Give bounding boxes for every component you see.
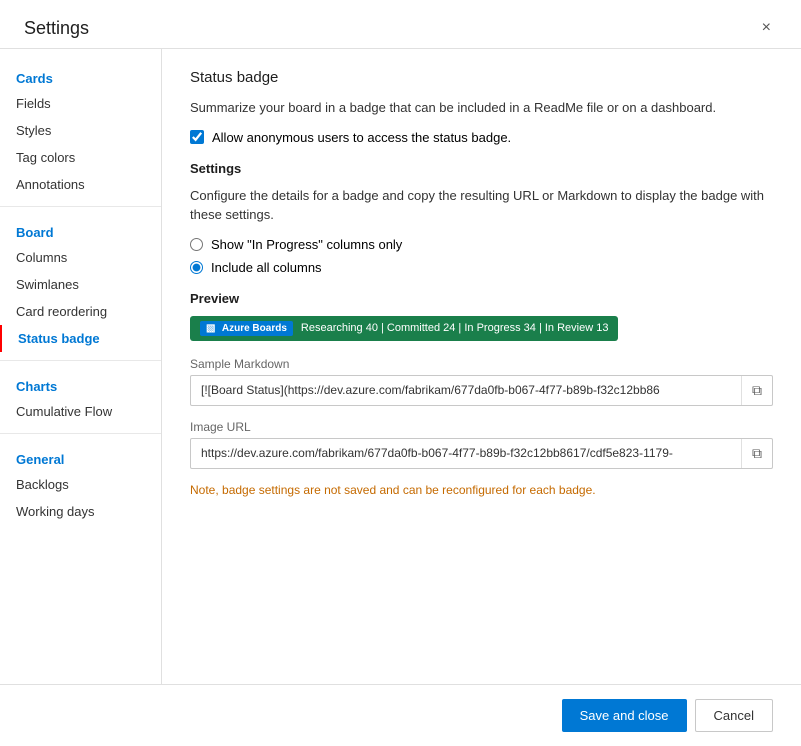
dialog-footer: Save and close Cancel — [0, 684, 801, 746]
sample-markdown-group: Sample Markdown ⧉ — [190, 357, 773, 406]
settings-description: Configure the details for a badge and co… — [190, 186, 773, 225]
sidebar: Cards Fields Styles Tag colors Annotatio… — [0, 49, 162, 684]
radio-in-progress[interactable] — [190, 238, 203, 251]
dialog-title: Settings — [24, 18, 89, 39]
copy-url-button[interactable]: ⧉ — [741, 439, 772, 468]
sidebar-item-fields[interactable]: Fields — [0, 90, 161, 117]
page-title: Status badge — [190, 69, 773, 86]
preview-heading: Preview — [190, 291, 773, 306]
badge-status-text: Researching 40 | Committed 24 | In Progr… — [301, 322, 609, 334]
image-url-field-row: ⧉ — [190, 438, 773, 469]
radio-all-columns[interactable] — [190, 261, 203, 274]
image-url-label: Image URL — [190, 420, 773, 434]
sidebar-item-swimlanes[interactable]: Swimlanes — [0, 271, 161, 298]
radio-all-columns-label: Include all columns — [211, 260, 322, 275]
copy-markdown-button[interactable]: ⧉ — [741, 376, 772, 405]
sidebar-item-annotations[interactable]: Annotations — [0, 171, 161, 198]
sample-markdown-label: Sample Markdown — [190, 357, 773, 371]
sidebar-item-card-reordering[interactable]: Card reordering — [0, 298, 161, 325]
radio-group: Show "In Progress" columns only Include … — [190, 237, 773, 275]
sample-markdown-input[interactable] — [191, 377, 741, 403]
sidebar-section-cards[interactable]: Cards — [0, 61, 161, 90]
sidebar-section-general[interactable]: General — [0, 442, 161, 471]
sidebar-item-cumulative-flow[interactable]: Cumulative Flow — [0, 398, 161, 425]
sidebar-item-working-days[interactable]: Working days — [0, 498, 161, 525]
sidebar-divider-3 — [0, 433, 161, 434]
sidebar-item-styles[interactable]: Styles — [0, 117, 161, 144]
note-text: Note, badge settings are not saved and c… — [190, 483, 773, 497]
sidebar-divider-2 — [0, 360, 161, 361]
badge-logo-text: ▧ Azure Boards — [200, 321, 293, 336]
sidebar-item-status-badge[interactable]: Status badge — [0, 325, 161, 352]
radio-in-progress-label: Show "In Progress" columns only — [211, 237, 402, 252]
sidebar-item-backlogs[interactable]: Backlogs — [0, 471, 161, 498]
settings-heading: Settings — [190, 161, 773, 176]
cancel-button[interactable]: Cancel — [695, 699, 773, 732]
sidebar-item-columns[interactable]: Columns — [0, 244, 161, 271]
main-content: Status badge Summarize your board in a b… — [162, 49, 801, 684]
sidebar-item-tag-colors[interactable]: Tag colors — [0, 144, 161, 171]
image-url-input[interactable] — [191, 440, 741, 466]
image-url-group: Image URL ⧉ — [190, 420, 773, 469]
settings-dialog: Settings × Cards Fields Styles Tag color… — [0, 0, 801, 746]
sidebar-section-charts[interactable]: Charts — [0, 369, 161, 398]
badge-icon: ▧ — [206, 323, 215, 334]
description-text: Summarize your board in a badge that can… — [190, 98, 773, 118]
badge-preview: ▧ Azure Boards Researching 40 | Committe… — [190, 316, 618, 341]
anonymous-label: Allow anonymous users to access the stat… — [212, 130, 511, 145]
sidebar-section-board[interactable]: Board — [0, 215, 161, 244]
radio-row-all-columns: Include all columns — [190, 260, 773, 275]
sample-markdown-field-row: ⧉ — [190, 375, 773, 406]
dialog-header: Settings × — [0, 0, 801, 49]
anonymous-checkbox[interactable] — [190, 130, 204, 144]
dialog-body: Cards Fields Styles Tag colors Annotatio… — [0, 49, 801, 684]
close-button[interactable]: × — [756, 16, 777, 40]
anonymous-access-row: Allow anonymous users to access the stat… — [190, 130, 773, 145]
radio-row-in-progress: Show "In Progress" columns only — [190, 237, 773, 252]
save-and-close-button[interactable]: Save and close — [562, 699, 687, 732]
sidebar-divider-1 — [0, 206, 161, 207]
